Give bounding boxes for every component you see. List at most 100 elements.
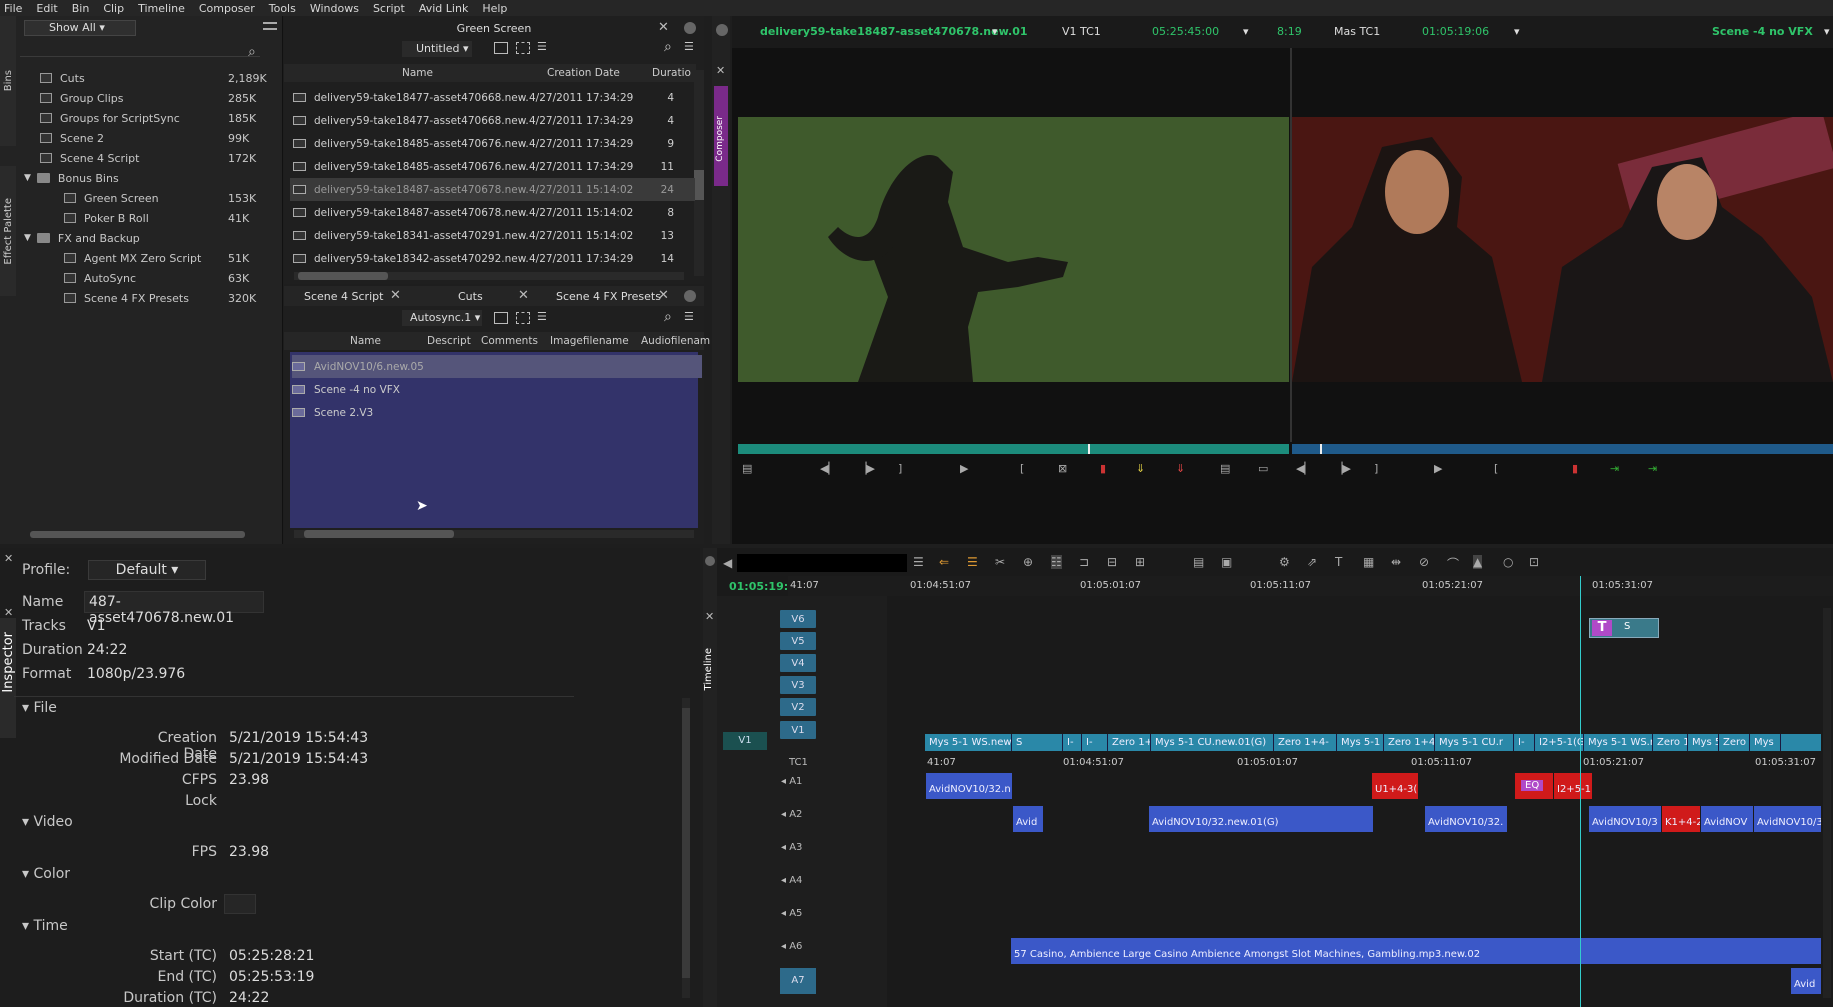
- timeline-clip[interactable]: I-: [1515, 734, 1535, 751]
- close-icon[interactable]: ✕: [716, 64, 725, 77]
- menu-bin[interactable]: Bin: [72, 2, 90, 15]
- tab-scene-4-script[interactable]: Scene 4 Script: [304, 290, 383, 303]
- track-a3[interactable]: ◂ A3: [781, 842, 802, 853]
- clip-icon[interactable]: ▭: [1258, 462, 1268, 475]
- menu-icon[interactable]: ☰: [913, 555, 924, 569]
- menu-file[interactable]: File: [4, 2, 22, 15]
- chevron-down-icon[interactable]: ▾: [1514, 25, 1520, 38]
- mark-out-icon[interactable]: ]: [898, 462, 902, 475]
- track-a7[interactable]: A7: [780, 968, 816, 994]
- tab-effect-palette[interactable]: Effect Palette: [0, 166, 16, 296]
- menu-icon[interactable]: ☰: [684, 40, 694, 53]
- trim-icon[interactable]: ⊐: [1079, 555, 1089, 569]
- blend-icon[interactable]: ⇹: [1391, 555, 1401, 569]
- no-icon[interactable]: ⊘: [1419, 555, 1429, 569]
- timeline-clip[interactable]: Mys: [1751, 734, 1781, 751]
- step-back-icon[interactable]: ◀▏: [1296, 462, 1313, 475]
- clip-row[interactable]: delivery59-take18487-asset470678.new.02 4…: [290, 201, 695, 224]
- mark-in-icon[interactable]: [: [1020, 462, 1024, 475]
- sequence-row-selected[interactable]: AvidNOV10/6.new.05: [292, 355, 702, 378]
- sequence-name[interactable]: Scene -4 no VFX: [1712, 25, 1813, 38]
- bin-item[interactable]: AutoSync 63K: [64, 268, 280, 288]
- tab-bins[interactable]: Bins: [0, 16, 16, 146]
- close-icon[interactable]: ✕: [390, 288, 401, 303]
- search-icon[interactable]: ⌕: [664, 309, 672, 325]
- track-a6[interactable]: ◂ A6: [781, 941, 802, 952]
- bin-item[interactable]: Poker B Roll 41K: [64, 208, 280, 228]
- track-a4[interactable]: ◂ A4: [781, 875, 802, 886]
- trim-icon[interactable]: ⇥: [1610, 462, 1619, 475]
- overwrite-icon[interactable]: ⇓: [1176, 462, 1185, 475]
- frame-view-icon[interactable]: [494, 312, 508, 324]
- horizontal-scrollbar[interactable]: [30, 531, 245, 538]
- mountain-icon[interactable]: ▲: [1473, 555, 1483, 569]
- audio-clip[interactable]: AvidNOV: [1701, 806, 1753, 832]
- timeline-clip[interactable]: Mys 5-1 WS.new: [926, 734, 1012, 751]
- name-field[interactable]: 487-asset470678.new.01: [84, 591, 264, 626]
- menu-composer[interactable]: Composer: [199, 2, 255, 15]
- vertical-scrollbar[interactable]: [682, 698, 690, 998]
- audio-clip[interactable]: 57 Casino, Ambience Large Casino Ambienc…: [1011, 938, 1821, 964]
- section-file[interactable]: ▾ File: [22, 700, 57, 716]
- curve-icon[interactable]: ⌒: [1447, 555, 1459, 572]
- show-dropdown[interactable]: Show All ▾: [24, 20, 136, 36]
- panel-menu-icon[interactable]: [716, 24, 728, 36]
- section-color[interactable]: ▾ Color: [22, 866, 70, 882]
- menu-help[interactable]: Help: [482, 2, 507, 15]
- timeline-clip[interactable]: Zero 1+: [1109, 734, 1151, 751]
- menu-timeline[interactable]: Timeline: [138, 2, 185, 15]
- title-clip[interactable]: T S: [1589, 618, 1659, 638]
- timeline-clip[interactable]: Zero 1: [1654, 734, 1688, 751]
- audio-clip[interactable]: AvidNOV10/3: [1589, 806, 1661, 832]
- track-v4[interactable]: V4: [780, 654, 816, 672]
- track-v1[interactable]: V1: [780, 721, 816, 739]
- close-icon[interactable]: ✕: [518, 288, 529, 303]
- track-a2[interactable]: ◂ A2: [781, 809, 802, 820]
- playhead[interactable]: [1580, 576, 1581, 1007]
- frame-view-icon[interactable]: [494, 42, 508, 54]
- tab-timeline[interactable]: Timeline: [703, 648, 714, 691]
- mark-in-icon[interactable]: [: [1494, 462, 1498, 475]
- clip-row[interactable]: delivery59-take18341-asset470291.new.01 4…: [290, 224, 695, 247]
- link-icon[interactable]: ⊞: [1135, 555, 1145, 569]
- cut-icon[interactable]: ✂: [995, 555, 1005, 569]
- close-icon[interactable]: ✕: [705, 610, 714, 623]
- bin-item[interactable]: Agent MX Zero Script 51K: [64, 248, 280, 268]
- source-monitor[interactable]: [738, 117, 1289, 382]
- track-v6[interactable]: V6: [780, 610, 816, 628]
- track-tc1[interactable]: TC1: [789, 757, 808, 768]
- col-duration[interactable]: Duratio: [652, 67, 691, 79]
- panel-menu-icon[interactable]: [705, 556, 715, 566]
- bin-item[interactable]: Green Screen 153K: [64, 188, 280, 208]
- close-icon[interactable]: ✕: [4, 552, 13, 565]
- marker-icon[interactable]: ▤: [1220, 462, 1230, 475]
- col-creation-date[interactable]: Creation Date: [547, 67, 620, 79]
- audio-clip[interactable]: AvidNOV10/32.new.01(G): [1149, 806, 1373, 832]
- menu-tools[interactable]: Tools: [269, 2, 296, 15]
- timeline-clip[interactable]: Mys 5: [1689, 734, 1719, 751]
- vertical-scrollbar[interactable]: [694, 70, 704, 276]
- menu-clip[interactable]: Clip: [103, 2, 124, 15]
- extract-icon[interactable]: ☰: [967, 555, 978, 569]
- timeline-clip[interactable]: Mys 5-1 (: [1338, 734, 1384, 751]
- triangle-down-icon[interactable]: ▼: [24, 233, 31, 243]
- step-forward-icon[interactable]: ▕▶: [1334, 462, 1351, 475]
- segment-icon[interactable]: ⊕: [1023, 555, 1033, 569]
- clip-row[interactable]: delivery59-take18477-asset470668.new.04 4…: [290, 109, 695, 132]
- menu-edit[interactable]: Edit: [36, 2, 57, 15]
- sequence-row[interactable]: Scene 2.V3: [292, 401, 702, 424]
- clip-row[interactable]: delivery59-take18485-asset470676.new.04 4…: [290, 155, 695, 178]
- marker-icon[interactable]: ▤: [742, 462, 752, 475]
- section-video[interactable]: ▾ Video: [22, 814, 73, 830]
- record-icon[interactable]: ▮: [1100, 462, 1106, 475]
- audio-eq-clip[interactable]: EQ: [1515, 773, 1553, 799]
- image-icon[interactable]: ▣: [1221, 555, 1232, 569]
- col-descript[interactable]: Descript: [427, 335, 471, 347]
- script-view-icon[interactable]: [516, 42, 530, 54]
- play-icon[interactable]: ▶: [960, 462, 968, 475]
- chevron-down-icon[interactable]: ▾: [992, 25, 998, 38]
- menu-avid-link[interactable]: Avid Link: [419, 2, 468, 15]
- record-monitor[interactable]: [1292, 109, 1833, 382]
- source-clip-name[interactable]: delivery59-take18487-asset470678.new.01: [760, 25, 1028, 38]
- timeline-clip[interactable]: Mys 5-1 WS.r: [1585, 734, 1653, 751]
